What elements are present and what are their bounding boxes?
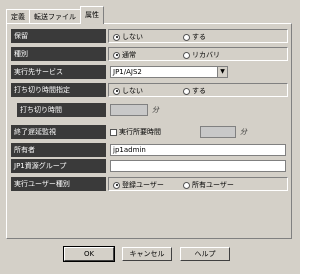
exec-user-option-registered-label: 登録ユーザー [122, 181, 164, 189]
hold-radio-yes[interactable]: する [183, 31, 206, 43]
type-label: 種別 [11, 47, 106, 61]
timeout-radio-yes[interactable]: する [183, 85, 206, 97]
checkbox-icon [110, 128, 117, 136]
end-delay-unit: 分 [240, 128, 247, 136]
type-option-normal-label: 通常 [122, 51, 136, 59]
hold-value: しない する [108, 29, 288, 43]
type-value: 通常 リカバリ [108, 47, 288, 61]
radio-icon [183, 33, 190, 41]
radio-icon [183, 87, 190, 95]
hold-radio-no[interactable]: しない [113, 31, 143, 43]
radio-icon [113, 87, 120, 95]
end-delay-label: 終了遅延監視 [11, 125, 106, 139]
attributes-panel: 保留 しない する 種別 通常 リカバリ 実行先サービス JP1/AJS2 ▼ … [6, 23, 292, 239]
dialog: 定義 転送ファイル 属性 保留 しない する 種別 通常 リカバリ 実行先サービ… [0, 0, 300, 274]
row-hold: 保留 しない する [11, 29, 288, 43]
type-radio-normal[interactable]: 通常 [113, 49, 136, 61]
owner-input[interactable]: jp1admin [110, 144, 286, 156]
exec-user-label: 実行ユーザー種別 [11, 177, 106, 191]
row-timeout-setting: 打ち切り時間指定 しない する [11, 83, 288, 97]
tab-bar: 定義 転送ファイル 属性 [6, 6, 104, 24]
timeout-radio-no[interactable]: しない [113, 85, 143, 97]
tab-definition[interactable]: 定義 [6, 9, 30, 24]
hold-option-no-label: しない [122, 33, 143, 41]
help-button[interactable]: ヘルプ [180, 247, 230, 261]
exec-service-label: 実行先サービス [11, 65, 106, 79]
row-exec-service: 実行先サービス JP1/AJS2 ▼ [11, 65, 288, 79]
row-timeout-time: 打ち切り時間 分 [11, 103, 288, 117]
timeout-setting-value: しない する [108, 83, 288, 97]
exec-user-option-owner-label: 所有ユーザー [192, 181, 234, 189]
jp1-group-input[interactable] [110, 160, 286, 172]
exec-service-select[interactable]: JP1/AJS2 ▼ [110, 66, 228, 78]
timeout-time-label: 打ち切り時間 [17, 103, 106, 117]
hold-option-yes-label: する [192, 33, 206, 41]
row-owner: 所有者 jp1admin [11, 143, 288, 157]
exec-service-selected: JP1/AJS2 [113, 68, 142, 76]
radio-icon [183, 181, 190, 189]
timeout-time-unit: 分 [152, 106, 159, 114]
row-type: 種別 通常 リカバリ [11, 47, 288, 61]
radio-icon [113, 181, 120, 189]
end-delay-value: 実行所要時間 分 [108, 125, 288, 139]
tab-transfer-file[interactable]: 転送ファイル [29, 9, 81, 24]
jp1-group-value [108, 159, 288, 173]
exec-user-radio-owner[interactable]: 所有ユーザー [183, 179, 234, 191]
jp1-group-label: JP1資源グループ [11, 159, 106, 173]
end-delay-checkbox-label: 実行所要時間 [119, 128, 161, 136]
radio-icon [113, 33, 120, 41]
exec-user-value: 登録ユーザー 所有ユーザー [108, 177, 288, 191]
timeout-option-yes-label: する [192, 87, 206, 95]
radio-icon [183, 51, 190, 59]
end-delay-checkbox[interactable]: 実行所要時間 [110, 126, 161, 138]
row-jp1-group: JP1資源グループ [11, 159, 288, 173]
owner-label: 所有者 [11, 143, 106, 157]
timeout-setting-label: 打ち切り時間指定 [11, 83, 106, 97]
timeout-time-input[interactable] [110, 104, 148, 116]
ok-button[interactable]: OK [63, 246, 115, 262]
owner-value: jp1admin [108, 143, 288, 157]
end-delay-input[interactable] [200, 126, 236, 138]
row-exec-user: 実行ユーザー種別 登録ユーザー 所有ユーザー [11, 177, 288, 191]
type-option-recovery-label: リカバリ [192, 51, 220, 59]
radio-icon [113, 51, 120, 59]
timeout-option-no-label: しない [122, 87, 143, 95]
tab-attributes[interactable]: 属性 [80, 6, 104, 24]
cancel-button[interactable]: キャンセル [122, 247, 172, 261]
exec-user-radio-registered[interactable]: 登録ユーザー [113, 179, 164, 191]
type-radio-recovery[interactable]: リカバリ [183, 49, 220, 61]
row-end-delay: 終了遅延監視 実行所要時間 分 [11, 125, 288, 139]
exec-service-value: JP1/AJS2 ▼ [108, 65, 288, 79]
timeout-time-value: 分 [108, 103, 288, 117]
hold-label: 保留 [11, 29, 106, 43]
chevron-down-icon[interactable]: ▼ [217, 67, 227, 77]
